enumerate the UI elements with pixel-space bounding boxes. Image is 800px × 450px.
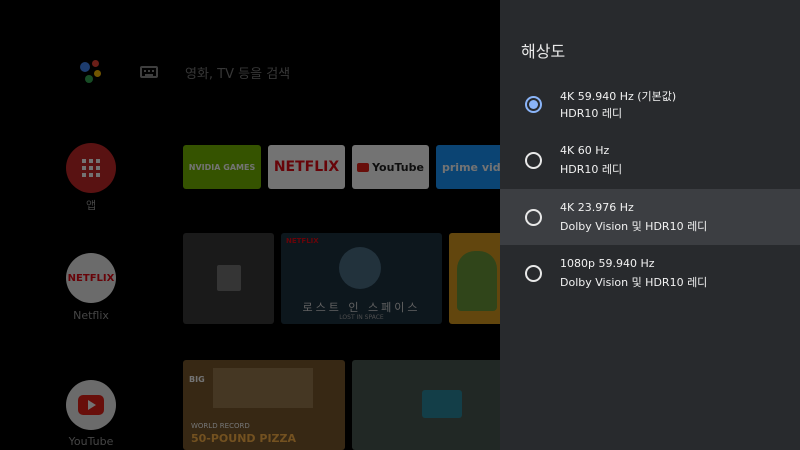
character-image xyxy=(457,251,497,311)
radio-button[interactable] xyxy=(525,152,542,169)
option-subtitle: Dolby Vision 및 HDR10 레디 xyxy=(560,220,708,233)
radio-button[interactable] xyxy=(525,209,542,226)
youtube-chip[interactable]: YouTube xyxy=(352,145,429,189)
resolution-option-4k-60[interactable]: 4K 60 Hz HDR10 레디 xyxy=(500,132,800,188)
resolution-option-4k-59940[interactable]: 4K 59.940 Hz (기본값) HDR10 레디 xyxy=(500,76,800,132)
netflix-label: Netflix xyxy=(73,309,109,322)
resolution-option-4k-23976[interactable]: 4K 23.976 Hz Dolby Vision 및 HDR10 레디 xyxy=(500,189,800,245)
apps-button[interactable] xyxy=(66,143,116,193)
people-image xyxy=(213,368,313,408)
option-title: 4K 60 Hz xyxy=(560,144,610,157)
option-subtitle: Dolby Vision 및 HDR10 레디 xyxy=(560,276,708,289)
netflix-chip[interactable]: NETFLIX xyxy=(268,145,345,189)
option-subtitle: HDR10 레디 xyxy=(560,107,623,120)
netflix-tile-3[interactable] xyxy=(449,233,500,324)
keyboard-icon[interactable] xyxy=(140,66,158,78)
apps-label: 앱 xyxy=(85,199,97,212)
excavator-image xyxy=(422,390,462,418)
radio-button[interactable] xyxy=(525,96,542,113)
option-subtitle: HDR10 레디 xyxy=(560,163,623,176)
prime-video-chip[interactable]: prime video xyxy=(436,145,500,189)
resolution-panel: 해상도 4K 59.940 Hz (기본값) HDR10 레디 4K 60 Hz… xyxy=(500,0,800,450)
youtube-icon xyxy=(78,395,104,415)
option-title: 4K 23.976 Hz xyxy=(560,201,634,214)
astronaut-helmet-image xyxy=(339,247,381,289)
construction-video-tile[interactable] xyxy=(352,360,500,450)
youtube-small-icon xyxy=(357,162,370,172)
search-hint[interactable]: 영화, TV 등을 검색 xyxy=(185,63,290,82)
youtube-label: YouTube xyxy=(68,435,114,448)
launcher-background: 영화, TV 등을 검색 앱 NETFLIX Netflix YouTube N… xyxy=(0,0,500,450)
netflix-logo: NETFLIX xyxy=(67,272,115,284)
netflix-app-button[interactable]: NETFLIX xyxy=(66,253,116,303)
apps-grid-icon xyxy=(82,159,100,177)
google-assistant-icon[interactable] xyxy=(76,56,106,86)
option-title: 4K 59.940 Hz (기본값) xyxy=(560,90,677,103)
lost-in-space-tile[interactable]: NETFLIX 로스트 인 스페이스 LOST IN SPACE xyxy=(281,233,442,324)
option-title: 1080p 59.940 Hz xyxy=(560,257,655,270)
tile-thumbnail-icon xyxy=(217,265,241,291)
nvidia-games-chip[interactable]: NVIDIA GAMES xyxy=(183,145,261,189)
radio-button[interactable] xyxy=(525,265,542,282)
resolution-option-1080p-59940[interactable]: 1080p 59.940 Hz Dolby Vision 및 HDR10 레디 xyxy=(500,245,800,301)
netflix-tile-1[interactable] xyxy=(183,233,274,324)
pizza-video-tile[interactable]: BIG WORLD RECORD 50-POUND PIZZA xyxy=(183,360,345,450)
youtube-app-button[interactable] xyxy=(66,380,116,430)
panel-title: 해상도 xyxy=(521,42,566,61)
